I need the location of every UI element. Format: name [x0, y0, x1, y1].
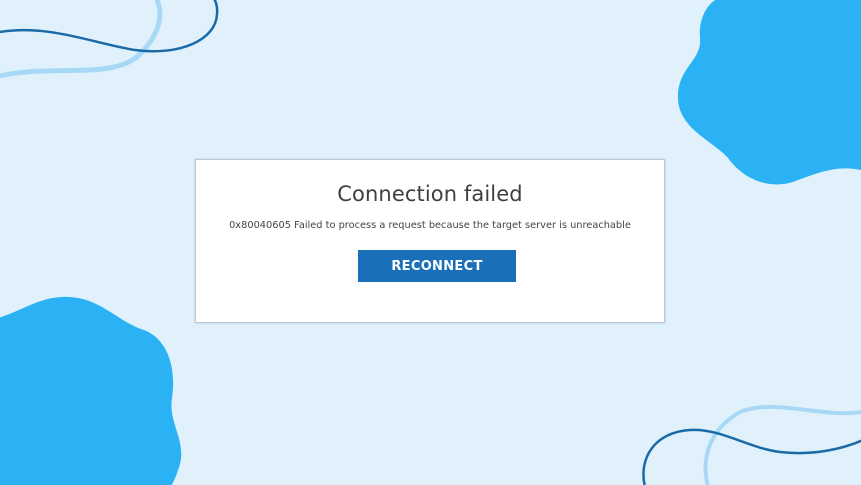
- reconnect-button[interactable]: RECONNECT: [358, 250, 516, 282]
- error-message: 0x80040605 Failed to process a request b…: [229, 220, 631, 231]
- blob-top-right: [677, 0, 861, 185]
- blob-bottom-left: [0, 296, 182, 485]
- curve-light-bottom-right: [703, 404, 861, 485]
- curve-dark-bottom-right: [642, 428, 861, 485]
- connection-error-dialog: Connection failed 0x80040605 Failed to p…: [195, 159, 665, 323]
- curve-dark-top-left: [0, 0, 219, 53]
- dialog-title: Connection failed: [337, 182, 523, 206]
